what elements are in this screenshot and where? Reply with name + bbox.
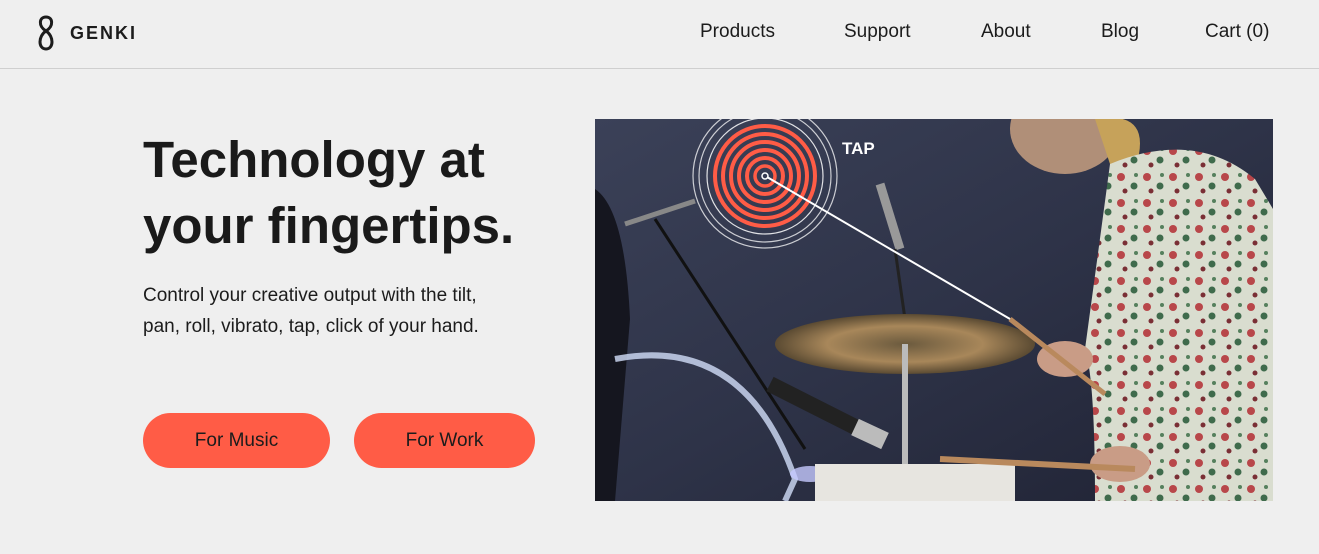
nav-cart[interactable]: Cart (0) — [1205, 20, 1269, 44]
nav-support[interactable]: Support — [844, 20, 911, 44]
nav-blog[interactable]: Blog — [1101, 20, 1139, 44]
nav-products[interactable]: Products — [700, 20, 775, 44]
main-nav: Products Support About Blog Cart (0) — [0, 20, 1319, 44]
nav-about[interactable]: About — [981, 20, 1031, 44]
for-music-button[interactable]: For Music — [143, 413, 330, 468]
hero-title: Technology at your fingertips. — [143, 127, 583, 259]
hero-subtitle: Control your creative output with the ti… — [143, 285, 479, 337]
for-work-button[interactable]: For Work — [354, 413, 535, 468]
site-header: GENKI Products Support About Blog Cart (… — [0, 0, 1319, 69]
hero-video-frame: TAP — [595, 119, 1273, 501]
hero-title-line2: your fingertips. — [143, 197, 515, 254]
hero-video[interactable]: TAP — [595, 119, 1273, 501]
hero-title-line1: Technology at — [143, 131, 485, 188]
tap-label: TAP — [842, 139, 875, 158]
snare-drum — [815, 464, 1015, 501]
